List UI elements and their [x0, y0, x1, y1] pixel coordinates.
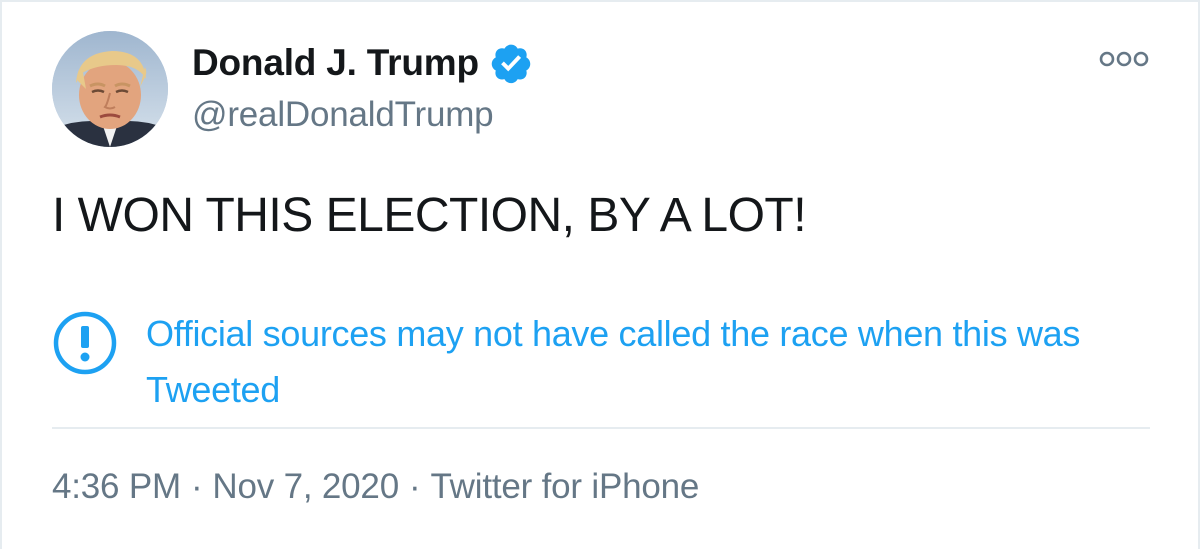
- avatar-image: [52, 31, 168, 147]
- tweet-source[interactable]: Twitter for iPhone: [430, 467, 699, 506]
- election-notice[interactable]: Official sources may not have called the…: [52, 306, 1152, 416]
- avatar[interactable]: [52, 31, 168, 147]
- meta-separator: ·: [190, 467, 203, 506]
- display-name[interactable]: Donald J. Trump: [192, 42, 479, 84]
- meta-separator: ·: [408, 467, 421, 506]
- tweet-meta: 4:36 PM · Nov 7, 2020 · Twitter for iPhone: [52, 467, 699, 507]
- exclamation-circle-icon: [53, 311, 117, 375]
- divider: [52, 427, 1150, 429]
- user-handle[interactable]: @realDonaldTrump: [192, 95, 494, 135]
- tweet-time[interactable]: 4:36 PM: [52, 467, 181, 506]
- display-name-row[interactable]: Donald J. Trump: [192, 38, 533, 88]
- tweet-date[interactable]: Nov 7, 2020: [212, 467, 399, 506]
- notice-text[interactable]: Official sources may not have called the…: [146, 306, 1156, 418]
- tweet-text: I WON THIS ELECTION, BY A LOT!: [52, 189, 807, 242]
- more-options-icon[interactable]: [1098, 48, 1150, 70]
- tweet-card: Donald J. Trump @realDonaldTrump I WON T…: [0, 0, 1200, 549]
- verified-badge-icon: [491, 44, 531, 84]
